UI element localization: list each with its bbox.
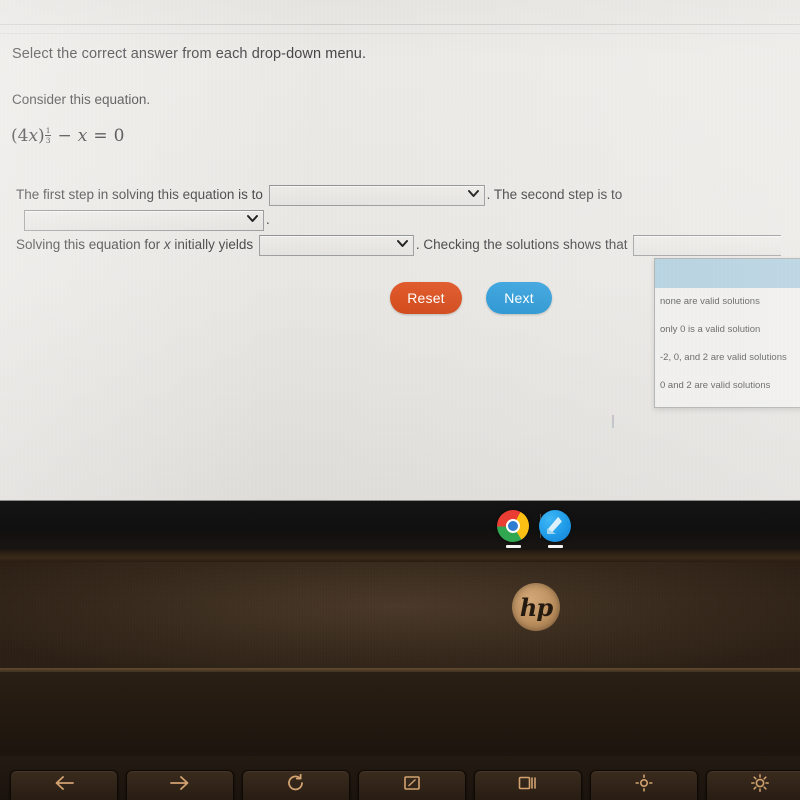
key-back[interactable] bbox=[10, 770, 118, 800]
shelf-item-launcher[interactable] bbox=[539, 510, 571, 548]
brightness-down-icon bbox=[635, 774, 653, 792]
laptop-lid-body bbox=[0, 562, 800, 672]
key-brightness-down[interactable] bbox=[590, 770, 698, 800]
equation-exponent: 1 3 bbox=[44, 126, 52, 145]
dropdown-second-step[interactable] bbox=[24, 209, 264, 231]
sentence-row-2: . bbox=[22, 207, 270, 233]
laptop-screen: Select the correct answer from each drop… bbox=[0, 0, 800, 500]
hp-logo: hp bbox=[512, 583, 560, 631]
shelf-item-chrome[interactable] bbox=[497, 510, 529, 548]
shelf-inner bbox=[0, 501, 800, 550]
running-indicator bbox=[548, 545, 563, 548]
sentence-part-4: Solving this equation for bbox=[16, 237, 161, 252]
instruction-text: Select the correct answer from each drop… bbox=[12, 46, 367, 62]
arrow-left-icon bbox=[53, 775, 75, 791]
dropdown-option-none-valid[interactable]: none are valid solutions bbox=[655, 288, 800, 316]
exponent-numerator: 1 bbox=[45, 126, 51, 135]
sentence-part-3: . bbox=[266, 212, 270, 227]
equation-equals: = bbox=[93, 126, 108, 146]
dropdown-options-panel[interactable]: none are valid solutions only 0 is a val… bbox=[654, 258, 800, 408]
key-forward[interactable] bbox=[126, 770, 234, 800]
dropdown-first-step[interactable] bbox=[268, 184, 485, 206]
brightness-up-icon bbox=[751, 774, 769, 792]
reset-button[interactable]: Reset bbox=[390, 282, 462, 314]
sentence-row-3: Solving this equation for x initially yi… bbox=[16, 232, 783, 258]
laptop-palmrest bbox=[0, 672, 800, 756]
dropdown-option-only-zero[interactable]: only 0 is a valid solution bbox=[655, 316, 800, 344]
consider-text: Consider this equation. bbox=[12, 92, 151, 107]
chromeos-shelf bbox=[0, 500, 800, 550]
sentence-part-4-variable: x bbox=[163, 237, 171, 252]
key-fullscreen[interactable] bbox=[358, 770, 466, 800]
equation-base-close: ) bbox=[38, 126, 45, 146]
sentence-part-4-tail: initially yields bbox=[174, 237, 254, 252]
next-button[interactable]: Next bbox=[486, 282, 552, 314]
quiz-content: Select the correct answer from each drop… bbox=[0, 0, 800, 500]
reload-icon bbox=[286, 774, 306, 792]
dropdown-option-blank[interactable] bbox=[655, 259, 800, 288]
equation-rhs: 0 bbox=[113, 126, 125, 146]
keyboard-function-row bbox=[0, 756, 800, 800]
sentence-part-2: . The second step is to bbox=[486, 187, 623, 202]
chrome-icon[interactable] bbox=[497, 510, 529, 542]
key-overview[interactable] bbox=[474, 770, 582, 800]
launcher-icon[interactable] bbox=[539, 510, 571, 542]
text-caret-artifact bbox=[612, 415, 614, 428]
running-indicator bbox=[506, 545, 521, 548]
exponent-denominator: 3 bbox=[45, 135, 51, 145]
sentence-part-5: . Checking the solutions shows that bbox=[415, 237, 628, 252]
dropdown-solution-check[interactable] bbox=[633, 234, 782, 256]
dropdown-option-0-and-2[interactable]: 0 and 2 are valid solutions bbox=[655, 372, 800, 400]
equation-base-variable: x bbox=[28, 126, 39, 146]
chevron-down-icon bbox=[247, 215, 258, 226]
chevron-down-icon bbox=[396, 240, 408, 251]
chevron-down-icon bbox=[467, 190, 479, 201]
dropdown-initial-solution[interactable] bbox=[258, 234, 414, 256]
arrow-right-icon bbox=[169, 775, 191, 791]
equation-variable: x bbox=[77, 126, 88, 146]
fullscreen-icon bbox=[403, 775, 421, 791]
equation: (4 x) 1 3 − x = 0 bbox=[11, 126, 124, 152]
equation-base-open: (4 bbox=[11, 126, 29, 146]
key-reload[interactable] bbox=[242, 770, 350, 800]
sentence-part-1: The first step in solving this equation … bbox=[16, 187, 263, 202]
sentence-row-1: The first step in solving this equation … bbox=[16, 182, 622, 208]
window-overview-icon bbox=[518, 775, 538, 791]
equation-minus: − bbox=[57, 126, 72, 146]
screen-bezel-gap bbox=[0, 550, 800, 562]
shelf-icon-group bbox=[497, 510, 571, 548]
dropdown-option-neg2-0-2[interactable]: -2, 0, and 2 are valid solutions bbox=[655, 344, 800, 372]
key-brightness-up[interactable] bbox=[706, 770, 800, 800]
